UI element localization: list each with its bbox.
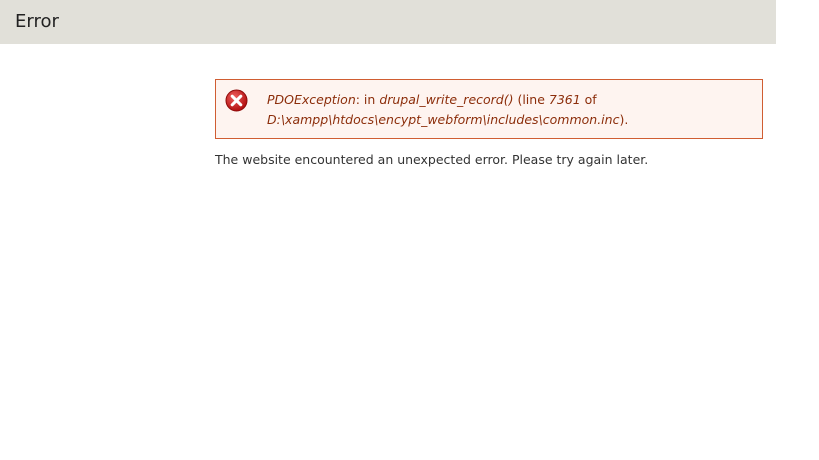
error-x-icon (225, 89, 248, 112)
error-message-box: PDOException: in drupal_write_record() (… (215, 79, 763, 139)
line-number: 7361 (548, 92, 581, 107)
in-text: : in (355, 92, 380, 107)
exception-name: PDOException (267, 92, 356, 107)
of-text: of (580, 92, 597, 107)
page-header: Error (0, 0, 776, 44)
line-prefix: (line (513, 92, 549, 107)
error-message-text: PDOException: in drupal_write_record() (… (267, 90, 757, 130)
file-path: D:\xampp\htdocs\encypt_webform\includes\… (267, 112, 620, 127)
error-description: The website encountered an unexpected er… (215, 152, 649, 167)
page-title: Error (15, 11, 59, 32)
error-suffix: ). (619, 112, 629, 127)
function-name: drupal_write_record() (379, 92, 514, 107)
